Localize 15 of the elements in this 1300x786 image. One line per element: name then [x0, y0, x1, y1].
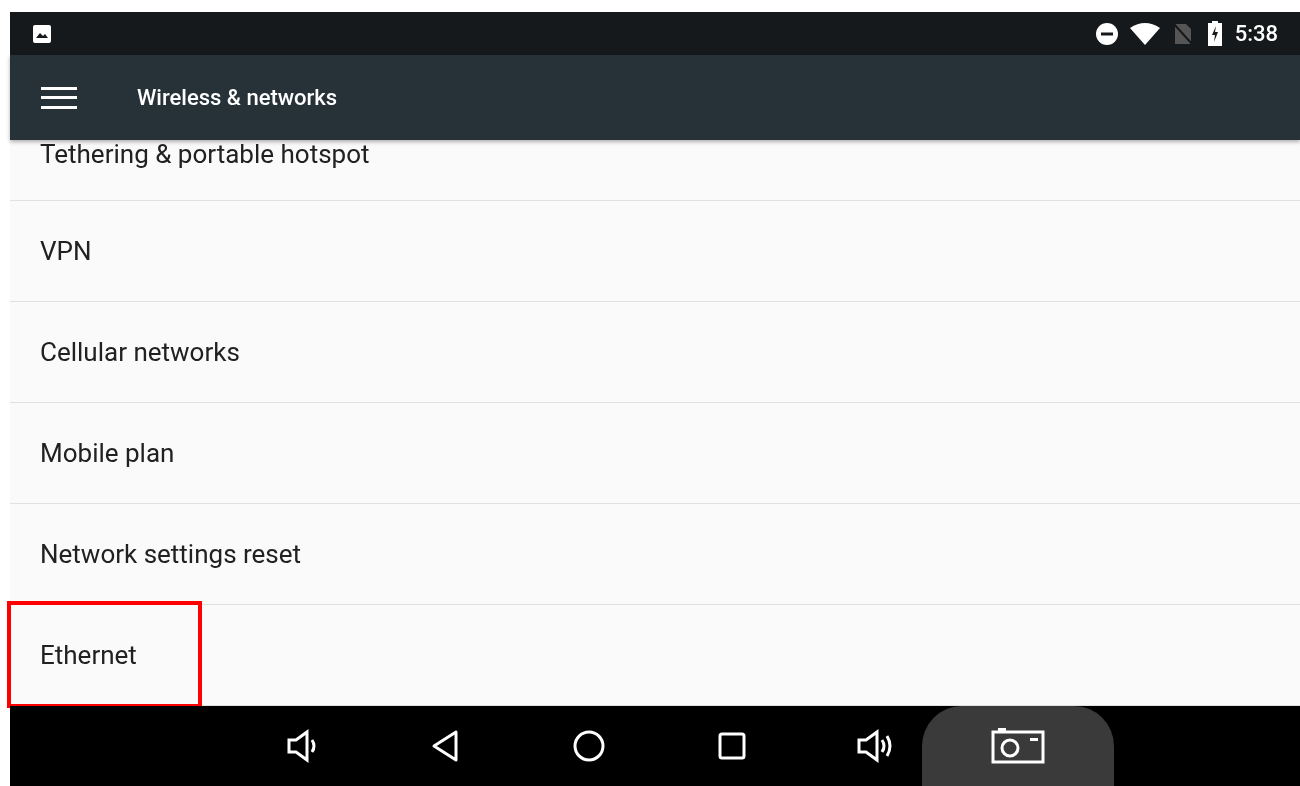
settings-item[interactable]: VPN: [10, 201, 1300, 302]
settings-item[interactable]: Cellular networks: [10, 302, 1300, 403]
camera-icon: [990, 726, 1046, 766]
no-sim-icon: [1172, 21, 1193, 46]
settings-item[interactable]: Tethering & portable hotspot: [10, 140, 1300, 201]
settings-item[interactable]: Network settings reset: [10, 504, 1300, 605]
do-not-disturb-icon: [1094, 21, 1119, 46]
wifi-icon: [1128, 21, 1161, 46]
settings-item[interactable]: Mobile plan: [10, 403, 1300, 504]
battery-charging-icon: [1206, 20, 1223, 47]
menu-icon[interactable]: [41, 84, 77, 111]
clock-time: 5:38: [1234, 20, 1278, 48]
screenshot-button[interactable]: [922, 706, 1114, 786]
image-icon: [32, 23, 52, 44]
toolbar-title: Wireless & networks: [137, 84, 338, 112]
